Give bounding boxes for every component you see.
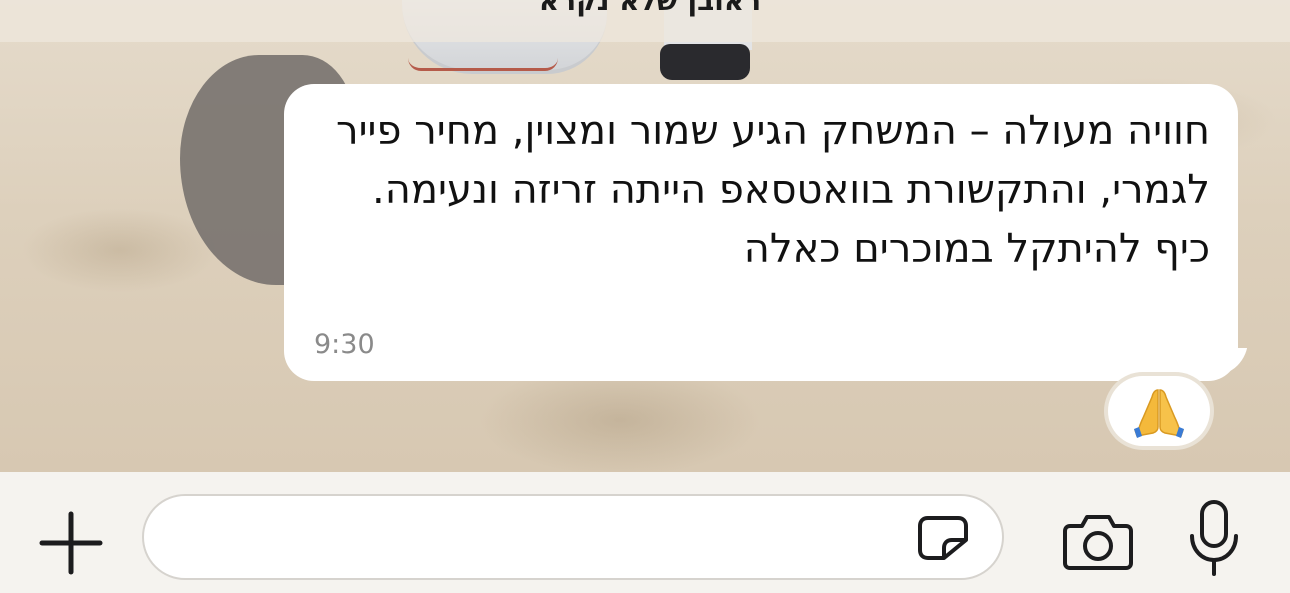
camera-icon [1063, 515, 1133, 570]
message-bubble-tail [1220, 348, 1260, 388]
folded-hands-icon [1134, 389, 1184, 438]
message-bubble[interactable]: חוויה מעולה – המשחק הגיע שמור ומצוין, מח… [284, 84, 1238, 381]
microphone-button[interactable] [1186, 498, 1242, 578]
wallpaper-shoe-sole [408, 58, 558, 71]
wallpaper-shoe-right [660, 44, 750, 80]
sticker-icon [918, 516, 968, 560]
sticker-button[interactable] [914, 514, 972, 562]
camera-button[interactable] [1062, 510, 1134, 572]
microphone-icon [1190, 500, 1238, 576]
message-text: חוויה מעולה – המשחק הגיע שמור ומצוין, מח… [336, 108, 1210, 272]
message-reaction[interactable] [1108, 376, 1210, 446]
chat-contact-name[interactable]: ראובן שלא נקרא [420, 0, 880, 17]
composer-bar [0, 472, 1290, 593]
plus-icon [39, 511, 103, 575]
message-timestamp: 9:30 [314, 329, 375, 360]
message-input[interactable] [142, 494, 1004, 580]
attach-button[interactable] [34, 506, 108, 580]
